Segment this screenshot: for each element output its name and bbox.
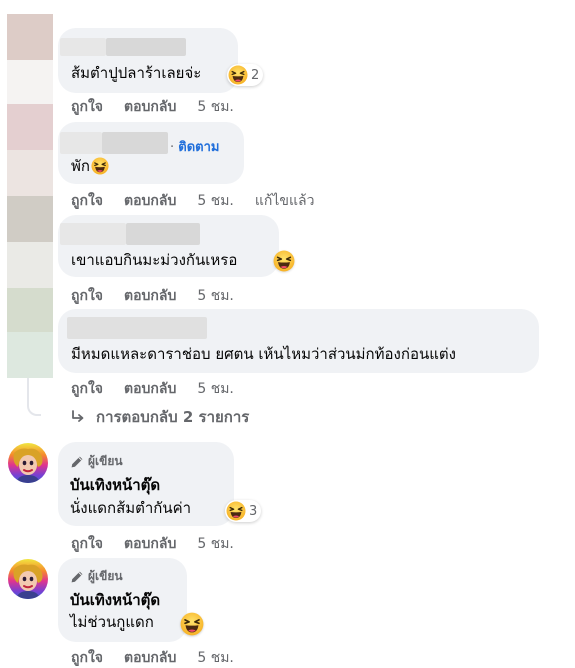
like-button[interactable]: ถูกใจ [71,647,103,668]
comment-text: นั่งแดกส้มตำกันค่า [70,499,192,517]
reaction-count: 2 [251,67,260,83]
laughing-emoji-icon [91,157,109,175]
comment-timestamp[interactable]: 5 ชม. [197,190,234,212]
author-badge: ผู้เขียน [70,452,123,471]
like-button[interactable]: ถูกใจ [71,378,103,400]
edited-label: แก้ไขแล้ว [254,193,315,209]
comment-actions: ถูกใจ ตอบกลับ 5 ชม. [71,378,234,400]
reply-button[interactable]: ตอบกลับ [124,533,176,555]
author-badge-label: ผู้เขียน [88,569,123,583]
laughing-emoji-icon [228,65,248,85]
page-avatar-image [8,559,48,599]
comment-timestamp[interactable]: 5 ชม. [197,647,234,668]
reply-button[interactable]: ตอบกลับ [124,190,176,212]
page-avatar-image [8,443,48,483]
comment-actions: ถูกใจ ตอบกลับ 5 ชม. แก้ไขแล้ว [71,190,314,212]
redacted-author-name [126,223,200,245]
view-replies-link[interactable]: การตอบกลับ 2 รายการ [70,405,249,429]
pencil-icon [70,570,84,584]
comment-actions: ถูกใจ ตอบกลับ 5 ชม. [71,647,234,668]
comment-text: ส้มตำปูปลาร้าเลยจ่ะ [71,64,202,82]
thread-connector [27,378,41,416]
left-image-strip [7,14,53,378]
pencil-icon [70,455,84,469]
like-button[interactable]: ถูกใจ [71,190,103,212]
comment-text: มีหมดแหละดาราช่อบ ยศตน เห้นไหมว่าส่วนม่ก… [71,345,456,363]
comment-timestamp[interactable]: 5 ชม. [197,285,234,307]
page-avatar[interactable] [8,559,48,599]
redacted-author-name [60,132,102,154]
author-badge-label: ผู้เขียน [88,454,123,468]
comment-actions: ถูกใจ ตอบกลับ 5 ชม. [71,96,234,118]
redacted-author-name [106,38,186,56]
commenter-name[interactable]: บันเทิงหน้าตุ๊ด [70,475,160,495]
comment-timestamp[interactable]: 5 ชม. [197,96,234,118]
reaction-count: 3 [249,503,258,519]
comment-actions: ถูกใจ ตอบกลับ 5 ชม. [71,533,234,555]
comment-actions: ถูกใจ ตอบกลับ 5 ชม. [71,285,234,307]
reply-button[interactable]: ตอบกลับ [124,96,176,118]
laughing-emoji-icon [226,501,246,521]
laughing-emoji-icon [273,250,295,272]
like-button[interactable]: ถูกใจ [71,96,103,118]
page-avatar[interactable] [8,443,48,483]
reply-button[interactable]: ตอบกลับ [124,378,176,400]
comment-timestamp[interactable]: 5 ชม. [197,533,234,555]
follow-link[interactable]: · ติดตาม [170,136,219,157]
comment-text: เขาแอบกินมะม่วงกันเหรอ [71,251,238,269]
reaction-badge[interactable]: 3 [225,500,262,522]
reply-button[interactable]: ตอบกลับ [124,285,176,307]
comment-text: ไม่ช่วนกูแดก [70,613,154,631]
redacted-author-name [60,38,106,56]
laughing-emoji-icon [180,612,204,636]
reply-arrow-icon [72,410,84,422]
comment-text-label: พัก [71,157,90,175]
view-replies-label[interactable]: การตอบกลับ 2 รายการ [96,405,249,429]
like-button[interactable]: ถูกใจ [71,533,103,555]
redacted-author-name [60,223,126,245]
redacted-author-name [102,132,168,154]
reaction-badge[interactable]: 2 [227,64,264,86]
comment-text: พัก [71,156,109,176]
commenter-name[interactable]: บันเทิงหน้าตุ๊ด [70,590,160,610]
comment-timestamp[interactable]: 5 ชม. [197,378,234,400]
author-badge: ผู้เขียน [70,567,123,586]
follow-label[interactable]: ติดตาม [178,140,219,155]
reply-button[interactable]: ตอบกลับ [124,647,176,668]
redacted-author-name [67,317,207,339]
like-button[interactable]: ถูกใจ [71,285,103,307]
